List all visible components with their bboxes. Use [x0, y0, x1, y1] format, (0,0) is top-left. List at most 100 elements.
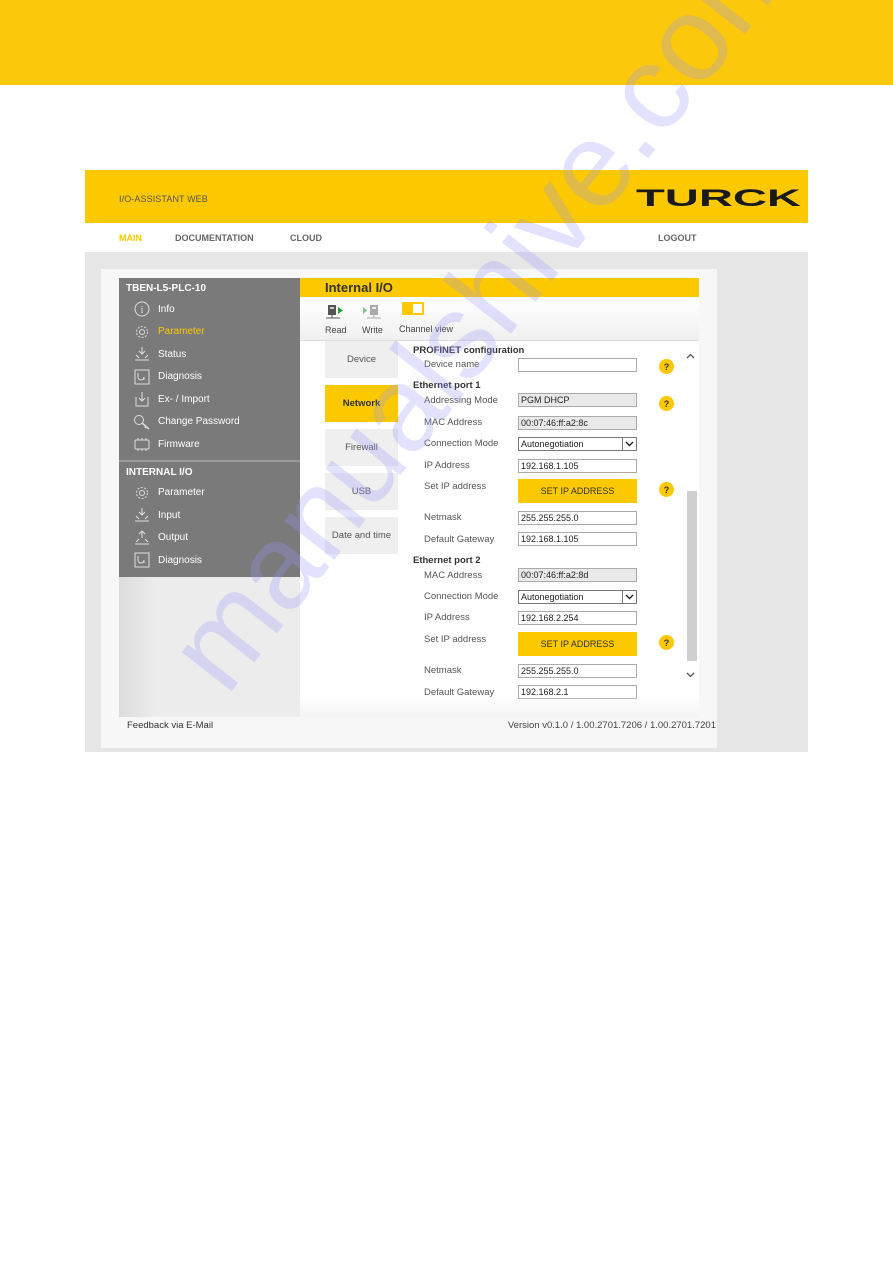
app-title: I/O-ASSISTANT WEB — [119, 194, 208, 204]
turck-logo: TURCK — [636, 187, 801, 209]
info-icon: i — [133, 301, 151, 317]
port2-ip-input[interactable] — [518, 611, 637, 625]
read-button[interactable]: Read — [325, 305, 347, 335]
tab-usb[interactable]: USB — [325, 473, 398, 510]
chip-icon — [133, 436, 151, 452]
tab-firewall[interactable]: Firewall — [325, 429, 398, 466]
port2-connection-mode-select[interactable]: Autonegotiation — [518, 590, 637, 604]
help-icon[interactable]: ? — [659, 635, 674, 650]
port1-gateway-input[interactable] — [518, 532, 637, 546]
port1-set-ip-label: Set IP address — [424, 481, 487, 492]
write-button[interactable]: Write — [362, 305, 383, 335]
port1-set-ip-button[interactable]: SET IP ADDRESS — [518, 479, 637, 503]
port2-netmask-input[interactable] — [518, 664, 637, 678]
main-panel: Internal I/O Read Write Channel view Dev… — [300, 278, 699, 717]
sidebar-item-diagnosis[interactable]: Diagnosis — [119, 366, 300, 389]
nav-cloud[interactable]: CLOUD — [290, 233, 322, 243]
sidebar-item-input[interactable]: Input — [119, 504, 300, 527]
svg-text:i: i — [141, 305, 144, 316]
page-title: Internal I/O — [300, 278, 699, 297]
output-icon — [133, 530, 151, 546]
internal-io-title: INTERNAL I/O — [126, 466, 193, 478]
port2-mac-label: MAC Address — [424, 570, 483, 581]
top-nav: MAIN DOCUMENTATION CLOUD LOGOUT — [85, 223, 808, 252]
tab-device[interactable]: Device — [325, 341, 398, 378]
logout-link[interactable]: LOGOUT — [658, 233, 697, 243]
port1-netmask-label: Netmask — [424, 512, 462, 523]
port1-mac-field: 00:07:46:ff:a2:8c — [518, 416, 637, 430]
app-header: I/O-ASSISTANT WEB TURCK — [85, 170, 808, 223]
read-icon — [325, 305, 346, 321]
sidebar-item-ex-import[interactable]: Ex- / Import — [119, 388, 300, 411]
help-icon[interactable]: ? — [659, 482, 674, 497]
port2-ip-label: IP Address — [424, 612, 470, 623]
diagnosis-icon — [133, 552, 151, 568]
channel-view-label: Channel view — [399, 324, 454, 334]
nav-main[interactable]: MAIN — [119, 233, 142, 243]
sidebar: TBEN-L5-PLC-10 i Info Parameter Status D… — [119, 278, 300, 717]
settings-tabs: Device Network Firewall USB Date and tim… — [325, 341, 398, 561]
port1-connection-mode-label: Connection Mode — [424, 438, 499, 449]
port2-mac-field: 00:07:46:ff:a2:8d — [518, 568, 637, 582]
port2-set-ip-button[interactable]: SET IP ADDRESS — [518, 632, 637, 656]
port1-section-title: Ethernet port 1 — [413, 380, 481, 391]
gear-icon — [133, 324, 151, 340]
chevron-up-icon[interactable] — [683, 349, 697, 363]
screenshot-frame: I/O-ASSISTANT WEB TURCK MAIN DOCUMENTATI… — [85, 170, 808, 752]
import-icon — [133, 391, 151, 407]
key-icon — [133, 414, 151, 430]
sidebar-item-output[interactable]: Output — [119, 527, 300, 550]
network-form: PROFINET configuration Device name ? Eth… — [413, 341, 698, 717]
form-scrollbar[interactable] — [683, 341, 697, 691]
help-icon[interactable]: ? — [659, 359, 674, 374]
sidebar-internal-io-section: INTERNAL I/O Parameter Input Output Diag… — [119, 461, 300, 577]
diagnosis-icon — [133, 369, 151, 385]
port1-connection-mode-select[interactable]: Autonegotiation — [518, 437, 637, 451]
port2-connection-mode-value: Autonegotiation — [521, 592, 584, 602]
gear-icon — [133, 485, 151, 501]
feedback-link[interactable]: Feedback via E-Mail — [127, 720, 213, 731]
device-name-input[interactable] — [518, 358, 637, 372]
sidebar-item-io-diagnosis[interactable]: Diagnosis — [119, 549, 300, 572]
sidebar-device-section: TBEN-L5-PLC-10 i Info Parameter Status D… — [119, 278, 300, 460]
port2-connection-mode-label: Connection Mode — [424, 591, 499, 602]
port2-section-title: Ethernet port 2 — [413, 555, 481, 566]
input-icon — [133, 507, 151, 523]
port1-ip-input[interactable] — [518, 459, 637, 473]
profinet-section-title: PROFINET configuration — [413, 345, 525, 356]
port1-mac-label: MAC Address — [424, 417, 483, 428]
port1-connection-mode-value: Autonegotiation — [521, 439, 584, 449]
sidebar-item-firmware[interactable]: Firmware — [119, 433, 300, 456]
version-text: Version v0.1.0 / 1.00.2701.7206 / 1.00.2… — [507, 720, 716, 731]
tab-date-and-time[interactable]: Date and time — [325, 517, 398, 554]
port2-netmask-label: Netmask — [424, 665, 462, 676]
channel-view-toggle[interactable] — [402, 302, 424, 315]
scrollbar-thumb[interactable] — [687, 491, 697, 661]
port1-ip-label: IP Address — [424, 460, 470, 471]
port1-addressing-mode-field: PGM DHCP — [518, 393, 637, 407]
help-icon[interactable]: ? — [659, 396, 674, 411]
port1-addressing-mode-label: Addressing Mode — [424, 395, 498, 406]
sidebar-item-change-password[interactable]: Change Password — [119, 411, 300, 434]
nav-documentation[interactable]: DOCUMENTATION — [175, 233, 254, 243]
sidebar-item-io-parameter[interactable]: Parameter — [119, 482, 300, 505]
device-title: TBEN-L5-PLC-10 — [126, 283, 207, 294]
chevron-down-icon — [622, 438, 636, 450]
status-icon — [133, 346, 151, 362]
scroll-fade — [300, 695, 699, 717]
toggle-knob — [413, 304, 422, 313]
sidebar-item-status[interactable]: Status — [119, 343, 300, 366]
port2-set-ip-label: Set IP address — [424, 634, 487, 645]
write-icon — [362, 305, 382, 321]
sidebar-item-parameter[interactable]: Parameter — [119, 321, 300, 344]
port1-netmask-input[interactable] — [518, 511, 637, 525]
chevron-down-icon — [622, 591, 636, 603]
device-name-label: Device name — [424, 359, 480, 370]
svg-text:TURCK: TURCK — [636, 187, 801, 209]
toolbar: Read Write Channel view — [300, 297, 699, 341]
chevron-down-icon[interactable] — [683, 668, 697, 682]
port1-gateway-label: Default Gateway — [424, 534, 495, 545]
tab-network[interactable]: Network — [325, 385, 398, 422]
page-header-band — [0, 0, 893, 85]
sidebar-item-info[interactable]: i Info — [119, 298, 300, 321]
